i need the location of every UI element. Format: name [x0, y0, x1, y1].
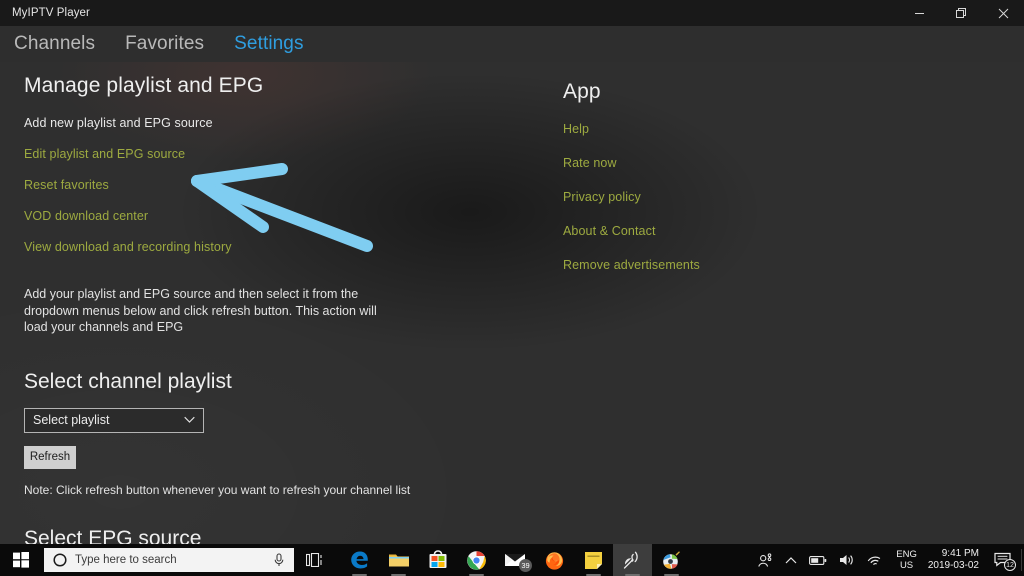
- settings-content: Manage playlist and EPG Add new playlist…: [0, 62, 1024, 544]
- action-center-button[interactable]: 12: [988, 544, 1018, 576]
- link-add-new-playlist[interactable]: Add new playlist and EPG source: [24, 116, 444, 130]
- cortana-ring-icon: [53, 553, 67, 567]
- windows-logo-icon: [13, 552, 29, 568]
- nav-bar: Channels Favorites Settings: [0, 26, 1024, 62]
- mail-badge: 39: [519, 559, 532, 572]
- firefox-icon: [544, 550, 565, 571]
- language-indicator[interactable]: ENG US: [889, 544, 924, 576]
- refresh-button[interactable]: Refresh: [24, 446, 76, 469]
- tab-channels[interactable]: Channels: [10, 32, 99, 56]
- satellite-dish-icon: [622, 550, 643, 571]
- taskbar-app-file-explorer[interactable]: [379, 544, 418, 576]
- link-privacy-policy[interactable]: Privacy policy: [563, 190, 903, 204]
- search-placeholder: Type here to search: [75, 554, 177, 566]
- clock-time: 9:41 PM: [942, 548, 979, 560]
- language-line-1: ENG: [896, 549, 917, 560]
- chevron-down-icon: [184, 417, 195, 424]
- microsoft-store-icon: [428, 550, 448, 570]
- volume-icon[interactable]: [833, 544, 861, 576]
- link-remove-advertisements[interactable]: Remove advertisements: [563, 258, 903, 272]
- taskbar-app-myiptv-player[interactable]: [613, 544, 652, 576]
- clock-date: 2019-03-02: [928, 560, 979, 572]
- taskbar: Type here to search: [0, 544, 1024, 576]
- select-channel-playlist-heading: Select channel playlist: [24, 370, 444, 394]
- wifi-icon[interactable]: [861, 544, 889, 576]
- taskbar-app-mail[interactable]: 39: [496, 544, 535, 576]
- taskbar-app-firefox[interactable]: [535, 544, 574, 576]
- edge-icon: [349, 549, 371, 571]
- manage-description: Add your playlist and EPG source and the…: [24, 286, 392, 336]
- window-controls: [898, 0, 1024, 26]
- chrome-icon: [466, 550, 487, 571]
- playlist-dropdown-value: Select playlist: [25, 413, 109, 427]
- clock[interactable]: 9:41 PM 2019-03-02: [924, 544, 988, 576]
- taskbar-app-microsoft-store[interactable]: [418, 544, 457, 576]
- language-line-2: US: [900, 560, 913, 571]
- restore-button[interactable]: [940, 0, 982, 26]
- link-vod-download-center[interactable]: VOD download center: [24, 209, 444, 223]
- taskbar-app-globe[interactable]: [652, 544, 691, 576]
- select-epg-source-heading: Select EPG source: [24, 527, 444, 545]
- link-help[interactable]: Help: [563, 122, 903, 136]
- search-input[interactable]: Type here to search: [44, 548, 294, 572]
- manage-playlist-heading: Manage playlist and EPG: [24, 74, 444, 98]
- action-center-badge: 12: [1004, 559, 1016, 571]
- person-share-icon[interactable]: [752, 544, 779, 576]
- taskbar-app-edge[interactable]: [340, 544, 379, 576]
- app-heading: App: [563, 80, 903, 104]
- app-section: App Help Rate now Privacy policy About &…: [563, 80, 903, 292]
- taskbar-app-chrome[interactable]: [457, 544, 496, 576]
- taskbar-app-list: 39: [340, 544, 691, 576]
- task-view-button[interactable]: [294, 544, 334, 576]
- chevron-up-icon[interactable]: [779, 544, 803, 576]
- minimize-button[interactable]: [898, 0, 940, 26]
- manage-playlist-section: Manage playlist and EPG Add new playlist…: [24, 74, 444, 544]
- close-button[interactable]: [982, 0, 1024, 26]
- task-view-icon: [306, 553, 323, 567]
- link-reset-favorites[interactable]: Reset favorites: [24, 178, 444, 192]
- globe-app-icon: [661, 550, 682, 571]
- tab-favorites[interactable]: Favorites: [121, 32, 208, 56]
- system-tray: ENG US 9:41 PM 2019-03-02 12: [752, 544, 1024, 576]
- link-rate-now[interactable]: Rate now: [563, 156, 903, 170]
- taskbar-app-sticky-notes[interactable]: [574, 544, 613, 576]
- link-edit-playlist[interactable]: Edit playlist and EPG source: [24, 147, 444, 161]
- refresh-note: Note: Click refresh button whenever you …: [24, 483, 444, 497]
- app-window: MyIPTV Player Channels Favorites Sett: [0, 0, 1024, 544]
- title-bar: MyIPTV Player: [0, 0, 1024, 26]
- tab-settings[interactable]: Settings: [230, 32, 307, 56]
- tray-divider: [1021, 549, 1022, 571]
- link-about-contact[interactable]: About & Contact: [563, 224, 903, 238]
- sticky-notes-icon: [584, 551, 603, 570]
- start-button[interactable]: [0, 544, 42, 576]
- microphone-icon[interactable]: [273, 553, 285, 567]
- playlist-dropdown[interactable]: Select playlist: [24, 408, 204, 433]
- battery-icon[interactable]: [803, 544, 833, 576]
- link-view-download-history[interactable]: View download and recording history: [24, 240, 444, 254]
- file-explorer-icon: [388, 550, 410, 570]
- window-title: MyIPTV Player: [0, 7, 90, 19]
